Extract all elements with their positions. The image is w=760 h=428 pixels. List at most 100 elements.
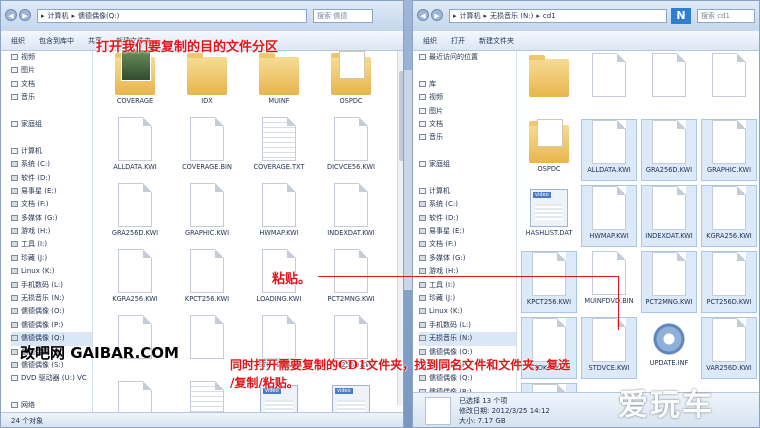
breadcrumb-item[interactable]: 计算机 (460, 11, 481, 21)
file-item[interactable]: MUINF (245, 51, 313, 113)
breadcrumb-item[interactable]: 无损音乐 (N:) (490, 11, 533, 21)
nav-item[interactable]: 视频 (11, 51, 92, 64)
right-search-input[interactable]: 搜索 cd1 (697, 9, 755, 23)
new-folder-button[interactable]: 新建文件夹 (479, 36, 514, 46)
nav-item[interactable]: 音乐 (11, 91, 92, 104)
file-item[interactable] (641, 53, 697, 115)
file-item[interactable]: GRAPHIC.KWI (701, 119, 757, 181)
nav-item[interactable]: 易事星 (E:) (419, 225, 516, 238)
nav-item[interactable]: Linux (K:) (419, 305, 516, 318)
open-button[interactable]: 打开 (451, 36, 465, 46)
nav-item[interactable]: 手机数码 (L:) (419, 319, 516, 332)
organize-button[interactable]: 组织 (423, 36, 437, 46)
recent-places-icon (419, 54, 426, 60)
nav-item[interactable]: 图片 (11, 64, 92, 77)
file-item[interactable]: HASHLIST.DAT (521, 185, 577, 247)
back-icon[interactable]: ◀ (5, 9, 17, 21)
file-item[interactable]: MUINFDVD.BIN (581, 251, 637, 313)
file-item[interactable]: PCT2MNG.KWI (317, 249, 385, 311)
file-item[interactable]: GRA256D.KWI (101, 183, 169, 245)
nav-item[interactable]: 无损音乐 (N:) (419, 332, 516, 346)
nav-item[interactable]: 珍藏 (J:) (419, 292, 516, 305)
nav-item[interactable]: 珍藏 (J:) (11, 252, 92, 265)
nav-item[interactable]: DVD 驱动器 (U:) VC (11, 372, 92, 385)
nav-item[interactable]: 儒德偶像 (Q:) (419, 372, 516, 385)
file-item[interactable]: COVERAGE (101, 49, 169, 113)
file-item[interactable]: PCT256D.KWI (701, 251, 757, 313)
file-item[interactable]: UPDATE.INF (641, 317, 697, 379)
file-item[interactable]: ALLDATA.KWI (581, 119, 637, 181)
nav-item[interactable]: 系统 (C:) (11, 158, 92, 171)
left-search-input[interactable]: 搜索 儒德 (313, 9, 373, 23)
organize-button[interactable]: 组织 (11, 36, 25, 46)
file-item[interactable]: OSPDC (317, 51, 385, 113)
nav-item[interactable]: 文档 (F:) (419, 238, 516, 251)
file-item[interactable]: OSPDC (521, 119, 577, 181)
nav-item-label: 软件 (D:) (429, 213, 459, 222)
nav-item[interactable]: 网络 (11, 399, 92, 412)
nav-item[interactable]: 易事星 (E:) (11, 185, 92, 198)
file-item[interactable]: VAR256D.KWI (701, 317, 757, 379)
back-icon[interactable]: ◀ (417, 9, 429, 21)
nav-item[interactable]: 儒德偶像 (P:) (11, 319, 92, 332)
breadcrumb-item[interactable]: 计算机 (48, 11, 69, 21)
nav-item[interactable]: 手机数码 (L:) (11, 279, 92, 292)
nav-item[interactable]: 音乐 (419, 131, 516, 144)
right-address-box[interactable]: ▸ 计算机 ▸ 无损音乐 (N:) ▸ cd1 (449, 9, 667, 23)
file-item[interactable] (521, 53, 577, 115)
file-item[interactable]: HWMAP.KWI (245, 183, 313, 245)
file-name: ALLDATA.KWI (113, 163, 157, 171)
nav-item[interactable]: 文档 (419, 118, 516, 131)
file-item[interactable]: KPCT256.KWI (521, 251, 577, 313)
file-item[interactable] (701, 53, 757, 115)
file-item[interactable]: GRAPHIC.KWI (173, 183, 241, 245)
forward-icon[interactable]: ▶ (19, 9, 31, 21)
nav-item[interactable]: 软件 (D:) (11, 172, 92, 185)
nav-item[interactable]: 多媒体 (G:) (419, 252, 516, 265)
file-item[interactable]: PCT2MNG.KWI (641, 251, 697, 313)
include-in-library-button[interactable]: 包含到库中 (39, 36, 74, 46)
file-item[interactable]: COVERAGE.BIN (173, 117, 241, 179)
nav-item[interactable]: Linux (K:) (11, 265, 92, 278)
nav-item[interactable]: 文档 (11, 78, 92, 91)
nav-item[interactable]: 库 (419, 78, 516, 91)
nav-item[interactable]: 家庭组 (419, 158, 516, 171)
file-item[interactable]: HWMAP.KWI (581, 185, 637, 247)
file-item[interactable]: GRA256D.KWI (641, 119, 697, 181)
nav-item[interactable]: 工具 (I:) (419, 279, 516, 292)
file-item[interactable]: KPCT256.KWI (173, 249, 241, 311)
drive-icon (419, 228, 426, 235)
file-item[interactable]: ALLDATA.KWI (101, 117, 169, 179)
file-item[interactable] (581, 53, 637, 115)
file-item[interactable]: KGRA256.KWI (701, 185, 757, 247)
file-item[interactable]: COVERAGE.TXT (245, 117, 313, 179)
file-item[interactable]: INDEXDAT.KWI (317, 183, 385, 245)
nav-item[interactable]: 游戏 (H:) (11, 225, 92, 238)
left-address-box[interactable]: ▸ 计算机 ▸ 儒德偶像(Q:) (37, 9, 307, 23)
nav-item[interactable]: 视频 (419, 91, 516, 104)
breadcrumb-item[interactable]: 儒德偶像(Q:) (78, 11, 119, 21)
nav-item[interactable]: 文档 (F:) (11, 198, 92, 211)
nav-item-label: 计算机 (21, 146, 42, 155)
nav-item[interactable]: 儒德偶像 (O:) (11, 305, 92, 318)
nav-item[interactable]: 计算机 (419, 185, 516, 198)
file-item[interactable]: KGRA256.KWI (101, 249, 169, 311)
app-badge-icon[interactable]: N (671, 8, 691, 24)
file-item[interactable]: IDX (173, 51, 241, 113)
nav-item[interactable]: 多媒体 (G:) (11, 212, 92, 225)
homegroup-icon (11, 120, 18, 127)
nav-item[interactable]: 最近访问的位置 (419, 51, 516, 64)
file-item[interactable]: INDEXDAT.KWI (641, 185, 697, 247)
file-item[interactable]: DICVCE56.KWI (317, 117, 385, 179)
nav-item[interactable]: 计算机 (11, 145, 92, 158)
nav-item[interactable]: 系统 (C:) (419, 198, 516, 211)
nav-item[interactable]: 软件 (D:) (419, 212, 516, 225)
forward-icon[interactable]: ▶ (431, 9, 443, 21)
nav-item[interactable]: 无损音乐 (N:) (11, 292, 92, 305)
nav-item[interactable]: 图片 (419, 105, 516, 118)
left-scrollbar[interactable] (397, 51, 403, 405)
breadcrumb-item[interactable]: cd1 (543, 12, 556, 20)
nav-item[interactable]: 家庭组 (11, 118, 92, 131)
file-item[interactable]: STDVCE.KWI (581, 317, 637, 379)
nav-item[interactable]: 工具 (I:) (11, 238, 92, 251)
